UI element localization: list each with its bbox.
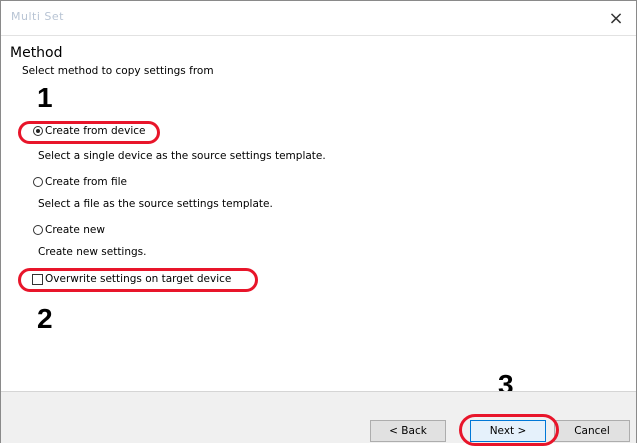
- radio-label: Create from file: [45, 176, 127, 188]
- radio-label: Create new: [45, 224, 105, 236]
- option-description: Select a single device as the source set…: [38, 150, 326, 162]
- option-description: Select a file as the source settings tem…: [38, 198, 273, 210]
- window-title: Multi Set: [11, 10, 64, 23]
- page-title: Method: [10, 45, 63, 61]
- radio-create-from-device[interactable]: Create from device: [33, 125, 146, 137]
- close-button[interactable]: ×: [596, 1, 636, 35]
- dialog-window: Multi Set × Method Select method to copy…: [0, 0, 637, 446]
- close-icon: ×: [608, 7, 624, 29]
- step-marker-1: 1: [37, 82, 53, 113]
- radio-create-new[interactable]: Create new: [33, 224, 105, 236]
- radio-checked-icon: [33, 126, 43, 136]
- checkbox-label: Overwrite settings on target device: [45, 273, 232, 285]
- content-area: 1 Create from device Select a single dev…: [1, 82, 636, 400]
- checkbox-overwrite-settings[interactable]: Overwrite settings on target device: [32, 273, 231, 285]
- next-button[interactable]: Next >: [470, 420, 546, 442]
- radio-unchecked-icon: [33, 177, 43, 187]
- cancel-button[interactable]: Cancel: [554, 420, 630, 442]
- title-bar: Multi Set ×: [1, 1, 636, 35]
- back-button[interactable]: < Back: [370, 420, 446, 442]
- radio-create-from-file[interactable]: Create from file: [33, 176, 127, 188]
- button-bar: < Back Next > Cancel: [1, 391, 636, 446]
- page-header: Method Select method to copy settings fr…: [1, 35, 636, 99]
- radio-unchecked-icon: [33, 225, 43, 235]
- radio-label: Create from device: [45, 125, 146, 137]
- page-subtitle: Select method to copy settings from: [22, 65, 214, 77]
- step-marker-2: 2: [37, 303, 53, 334]
- option-description: Create new settings.: [38, 246, 147, 258]
- checkbox-unchecked-icon: [32, 273, 43, 285]
